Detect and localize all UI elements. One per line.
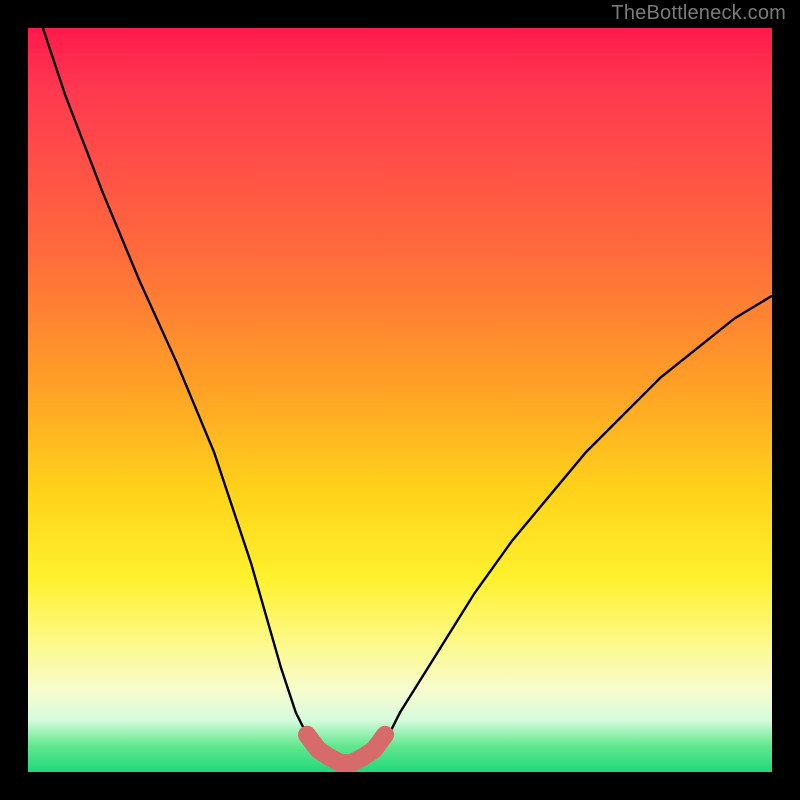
chart-frame: TheBottleneck.com: [0, 0, 800, 800]
curve-svg: [28, 28, 772, 772]
watermark-text: TheBottleneck.com: [611, 2, 786, 25]
plot-area: [28, 28, 772, 772]
highlight-markers: [307, 735, 385, 763]
bottleneck-curve: [43, 28, 772, 765]
